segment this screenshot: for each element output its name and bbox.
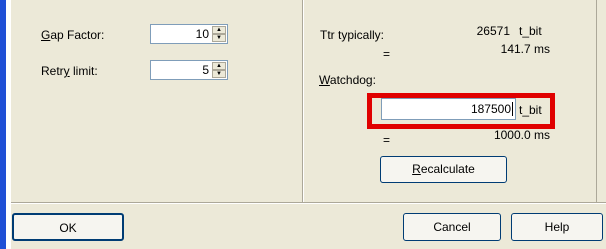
watchdog-value[interactable]: 187500 <box>471 102 511 116</box>
ttr-label: Ttr typically: <box>320 28 385 42</box>
gap-factor-down-button[interactable]: ▼ <box>212 34 226 42</box>
help-button[interactable]: Help <box>511 213 603 241</box>
watchdog-unit: t_bit <box>519 103 542 117</box>
gap-factor-up-button[interactable]: ▲ <box>212 26 226 34</box>
retry-limit-up-button[interactable]: ▲ <box>212 62 226 70</box>
ttr-equals: = <box>383 47 391 61</box>
watchdog-label: Watchdog: <box>319 73 376 87</box>
retry-limit-value[interactable]: 5 <box>202 63 209 77</box>
ttr-ms-value: 141.7 ms <box>500 42 550 56</box>
watchdog-equals: = <box>383 133 391 147</box>
retry-limit-spinner[interactable]: 5 ▲ ▼ <box>150 60 228 80</box>
watchdog-ms-value: 1000.0 ms <box>493 128 550 142</box>
ttr-value: 26571 <box>476 24 510 38</box>
window-left-edge <box>0 0 6 249</box>
panel-right-border <box>596 0 597 202</box>
cancel-button[interactable]: Cancel <box>403 213 501 241</box>
ok-button[interactable]: OK <box>12 213 124 241</box>
ttr-unit: t_bit <box>519 24 542 38</box>
text-caret <box>512 102 513 116</box>
gap-factor-label: Gap Factor: <box>41 28 105 42</box>
retry-limit-down-button[interactable]: ▼ <box>212 70 226 78</box>
watchdog-input[interactable]: 187500 <box>381 98 516 120</box>
gap-factor-value[interactable]: 10 <box>196 27 209 41</box>
recalculate-button[interactable]: Recalculate <box>380 156 507 183</box>
retry-limit-label: Retry limit: <box>41 64 98 78</box>
gap-factor-spinner[interactable]: 10 ▲ ▼ <box>150 24 228 44</box>
dialog: Gap Factor: 10 ▲ ▼ Retry limit: 5 ▲ ▼ Tt… <box>0 0 606 249</box>
